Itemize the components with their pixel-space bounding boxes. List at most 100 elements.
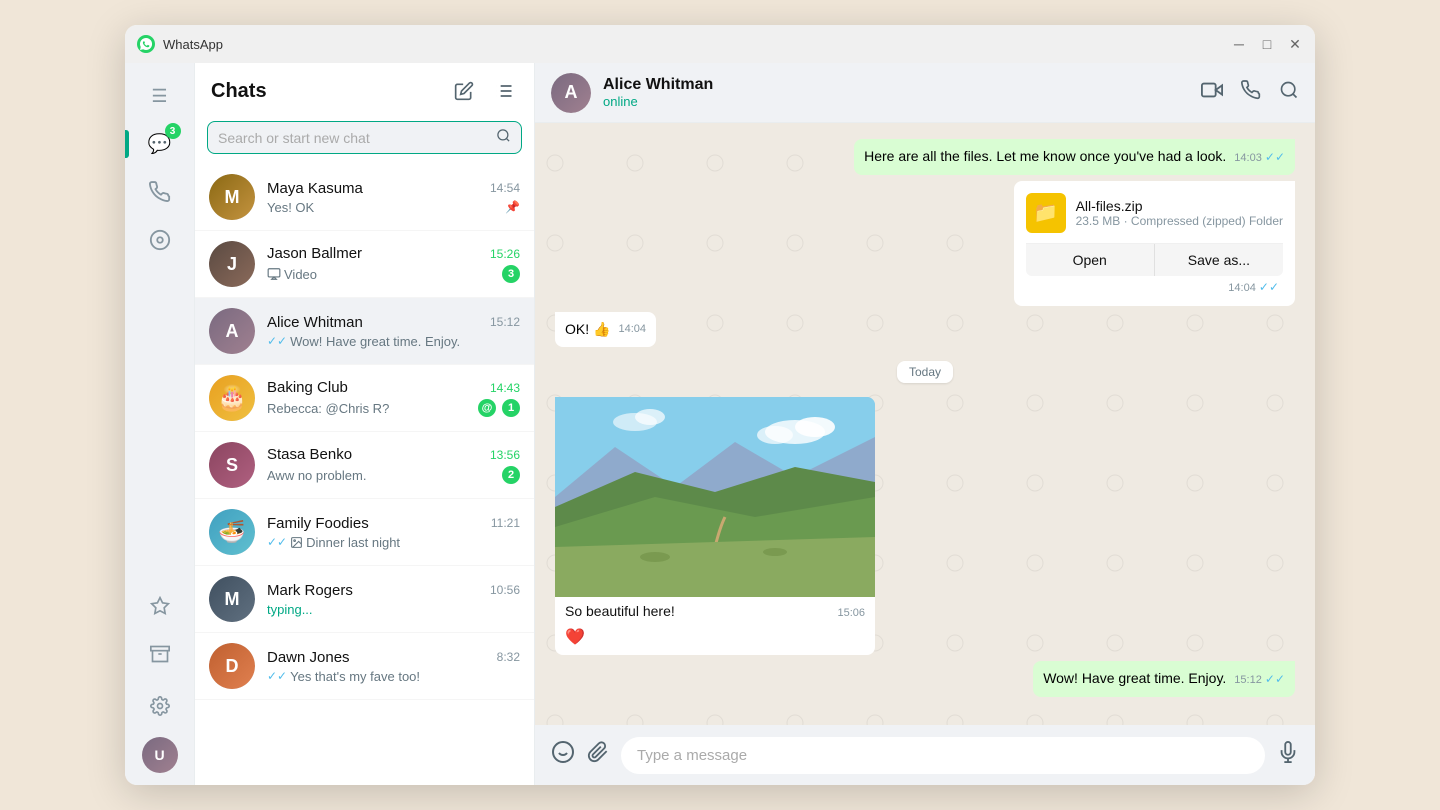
list-item[interactable]: D Dawn Jones 8:32 ✓✓ Yes that's my fave … (195, 633, 534, 700)
chat-preview: Rebecca: @Chris R? (267, 401, 472, 416)
nav-chats-icon[interactable]: 💬 3 (139, 123, 181, 165)
avatar: S (209, 442, 255, 488)
whatsapp-logo (137, 35, 155, 53)
search-input[interactable] (218, 130, 496, 146)
contact-name: Alice Whitman (603, 76, 1189, 94)
user-avatar-nav[interactable]: U (142, 737, 178, 773)
chat-time: 14:43 (490, 381, 520, 395)
chat-name: Maya Kasuma (267, 180, 363, 197)
app-body: ☰ 💬 3 (125, 63, 1315, 785)
contact-avatar[interactable]: A (551, 73, 591, 113)
message-input[interactable] (621, 737, 1265, 774)
nav-starred-icon[interactable] (139, 585, 181, 627)
filter-button[interactable] (490, 77, 518, 105)
image-caption: So beautiful here! 15:06 (555, 597, 875, 625)
chat-list-header: Chats (195, 63, 534, 115)
nav-status-icon[interactable] (139, 219, 181, 261)
search-input-wrapper (207, 121, 522, 154)
chat-preview: ✓✓ Wow! Have great time. Enjoy. (267, 334, 520, 349)
close-button[interactable]: ✕ (1287, 36, 1303, 52)
emoji-button[interactable] (551, 740, 575, 770)
chat-time: 15:26 (490, 247, 520, 261)
chat-preview: ✓✓ Yes that's my fave too! (267, 669, 520, 684)
chat-name: Jason Ballmer (267, 245, 362, 262)
chat-time: 11:21 (491, 516, 520, 530)
nav-sidebar: ☰ 💬 3 (125, 63, 195, 785)
list-item[interactable]: 🎂 Baking Club 14:43 Rebecca: @Chris R? @… (195, 365, 534, 432)
avatar: M (209, 576, 255, 622)
open-file-button[interactable]: Open (1026, 244, 1155, 276)
list-item[interactable]: S Stasa Benko 13:56 Aww no problem. 2 (195, 432, 534, 499)
save-file-button[interactable]: Save as... (1155, 244, 1283, 276)
chat-info: Baking Club 14:43 Rebecca: @Chris R? @ 1 (267, 379, 520, 417)
nav-menu-icon[interactable]: ☰ (139, 75, 181, 117)
message-text: Wow! Have great time. Enjoy. (1043, 670, 1226, 686)
search-icon (496, 128, 511, 147)
chat-name: Alice Whitman (267, 314, 363, 331)
avatar: A (209, 308, 255, 354)
chat-time: 10:56 (490, 583, 520, 597)
date-label: Today (897, 361, 953, 383)
chat-time: 8:32 (497, 650, 520, 664)
chat-info: Maya Kasuma 14:54 Yes! OK 📌 (267, 180, 520, 215)
message-time: 15:06 (837, 607, 865, 619)
chat-items-list: M Maya Kasuma 14:54 Yes! OK 📌 (195, 164, 534, 785)
maximize-button[interactable]: □ (1259, 36, 1275, 52)
minimize-button[interactable]: ─ (1231, 36, 1247, 52)
file-message-bubble: 📁 All-files.zip 23.5 MB · Compressed (zi… (1014, 181, 1295, 306)
list-item[interactable]: M Mark Rogers 10:56 typing... (195, 566, 534, 633)
chats-badge: 3 (165, 123, 181, 139)
chat-name: Mark Rogers (267, 582, 353, 599)
chat-preview: typing... (267, 602, 520, 617)
list-item[interactable]: A Alice Whitman 15:12 ✓✓ Wow! Have great… (195, 298, 534, 365)
search-messages-button[interactable] (1279, 80, 1299, 106)
list-item[interactable]: J Jason Ballmer 15:26 Video 3 (195, 231, 534, 298)
app-title: WhatsApp (163, 37, 1223, 52)
window-controls: ─ □ ✕ (1231, 36, 1303, 52)
avatar: J (209, 241, 255, 287)
contact-status: online (603, 94, 1189, 109)
nav-calls-icon[interactable] (139, 171, 181, 213)
message-time: 14:04 (618, 322, 646, 337)
nav-settings-icon[interactable] (139, 685, 181, 727)
chat-info: Mark Rogers 10:56 typing... (267, 582, 520, 617)
chat-list-header-icons (450, 77, 518, 105)
chat-list-title: Chats (211, 80, 267, 103)
message-bubble: OK! 👍 14:04 (555, 312, 656, 348)
mention-badge: @ (478, 399, 496, 417)
title-bar: WhatsApp ─ □ ✕ (125, 25, 1315, 63)
file-name: All-files.zip (1076, 198, 1283, 214)
chat-info: Stasa Benko 13:56 Aww no problem. 2 (267, 446, 520, 484)
voice-message-button[interactable] (1277, 741, 1299, 769)
caption-text: So beautiful here! (565, 603, 675, 619)
chat-name: Baking Club (267, 379, 348, 396)
chat-list-panel: Chats (195, 63, 535, 785)
new-chat-button[interactable] (450, 77, 478, 105)
chat-preview: Yes! OK (267, 200, 505, 215)
message-text: OK! 👍 (565, 321, 610, 337)
message-time: 14:03 ✓✓ (1234, 149, 1285, 166)
message-image[interactable] (555, 397, 875, 597)
avatar: M (209, 174, 255, 220)
date-divider: Today (555, 363, 1295, 381)
voice-call-button[interactable] (1241, 80, 1261, 106)
pin-icon: 📌 (505, 200, 520, 214)
chat-time: 15:12 (490, 315, 520, 329)
chat-name: Stasa Benko (267, 446, 352, 463)
list-item[interactable]: 🍜 Family Foodies 11:21 ✓✓ Dinner last ni… (195, 499, 534, 566)
avatar: 🍜 (209, 509, 255, 555)
file-meta: 23.5 MB · Compressed (zipped) Folder (1076, 214, 1283, 228)
list-item[interactable]: M Maya Kasuma 14:54 Yes! OK 📌 (195, 164, 534, 231)
chat-input-bar (535, 725, 1315, 785)
avatar: D (209, 643, 255, 689)
app-window: WhatsApp ─ □ ✕ ☰ 💬 3 (125, 25, 1315, 785)
chat-name: Family Foodies (267, 515, 369, 532)
avatar: 🎂 (209, 375, 255, 421)
contact-info[interactable]: Alice Whitman online (603, 76, 1189, 109)
chat-header-actions (1201, 79, 1299, 107)
attach-button[interactable] (587, 741, 609, 769)
nav-archive-icon[interactable] (139, 633, 181, 675)
video-call-button[interactable] (1201, 79, 1223, 107)
reaction-emoji[interactable]: ❤️ (565, 629, 585, 646)
chat-info: Jason Ballmer 15:26 Video 3 (267, 245, 520, 283)
